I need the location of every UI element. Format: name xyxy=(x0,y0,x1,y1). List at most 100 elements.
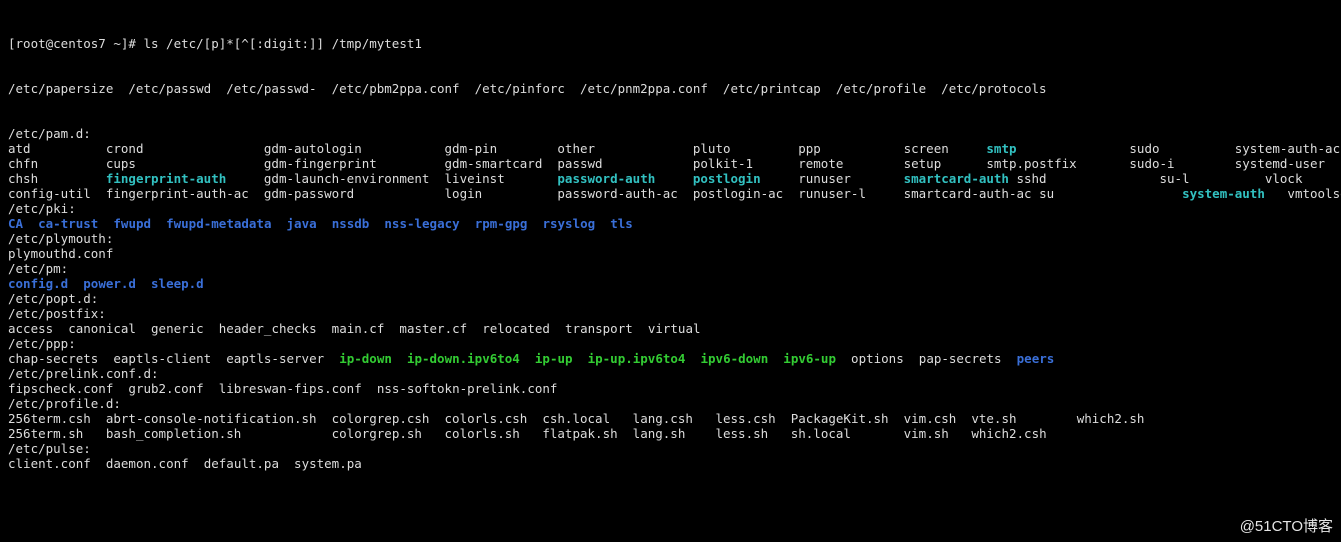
file-entry: 256term.sh xyxy=(8,426,106,441)
dir-header: /etc/pm: xyxy=(8,261,1333,276)
file-entry: sudo xyxy=(1129,141,1234,156)
file-entry: sleep.d xyxy=(151,276,204,291)
file-entry: grub2.conf xyxy=(128,381,203,396)
file-entry: bash_completion.sh xyxy=(106,426,332,441)
file-row: access canonical generic header_checks m… xyxy=(8,321,1333,336)
file-entry: systemd-user xyxy=(1235,156,1340,171)
file-entry: tls xyxy=(610,216,633,231)
file-entry: gdm-password xyxy=(264,186,445,201)
file-entry: crond xyxy=(106,141,264,156)
file-entry: screen xyxy=(904,141,987,156)
file-entry: rpm-gpg xyxy=(475,216,528,231)
file-row: CA ca-trust fwupd fwupd-metadata java ns… xyxy=(8,216,1333,231)
file-entry: virtual xyxy=(648,321,701,336)
file-entry: plymouthd.conf xyxy=(8,246,113,261)
file-entry: smartcard-auth-ac xyxy=(904,186,1039,201)
file-entry: eaptls-server xyxy=(226,351,324,366)
file-entry: liveinst xyxy=(445,171,558,186)
file-entry: chsh xyxy=(8,171,106,186)
file-entry: gdm-pin xyxy=(445,141,558,156)
file-entry: sshd xyxy=(1016,171,1159,186)
file-entry: polkit-1 xyxy=(693,156,798,171)
file-entry: less.sh xyxy=(715,426,790,441)
file-entry: which2.csh xyxy=(971,426,1076,441)
file-entry: smartcard-auth xyxy=(904,171,1017,186)
file-entry: su-l xyxy=(1159,171,1264,186)
file-entry: canonical xyxy=(68,321,136,336)
file-entry: smtp xyxy=(986,141,1129,156)
file-entry: su xyxy=(1039,186,1182,201)
file-entry: ip-up.ipv6to4 xyxy=(588,351,686,366)
file-entry: java xyxy=(287,216,317,231)
file-row: atd crond gdm-autologin gdm-pin other pl… xyxy=(8,141,1333,156)
file-entry: libreswan-fips.conf xyxy=(219,381,362,396)
file-entry: ipv6-down xyxy=(701,351,769,366)
dir-header: /etc/profile.d: xyxy=(8,396,1333,411)
file-entry: main.cf xyxy=(332,321,385,336)
file-entry: passwd xyxy=(557,156,692,171)
file-entry: flatpak.sh xyxy=(542,426,632,441)
file-entry: cups xyxy=(106,156,264,171)
dir-header: /etc/pki: xyxy=(8,201,1333,216)
file-entry: sh.local xyxy=(791,426,904,441)
dir-header: /etc/pam.d: xyxy=(8,126,1333,141)
file-row: chfn cups gdm-fingerprint gdm-smartcard … xyxy=(8,156,1333,171)
file-entry: password-auth xyxy=(557,171,692,186)
file-entry: default.pa xyxy=(204,456,279,471)
file-entry: ca-trust xyxy=(38,216,98,231)
file-entry: ip-down xyxy=(339,351,392,366)
file-entry: config.d xyxy=(8,276,68,291)
file-entry: sudo-i xyxy=(1129,156,1234,171)
file-entry: atd xyxy=(8,141,106,156)
file-entry: colorgrep.csh xyxy=(332,411,445,426)
file-entry: eaptls-client xyxy=(113,351,211,366)
dir-header: /etc/popt.d: xyxy=(8,291,1333,306)
file-entry: rsyslog xyxy=(542,216,595,231)
file-entry: client.conf xyxy=(8,456,91,471)
file-row: fipscheck.conf grub2.conf libreswan-fips… xyxy=(8,381,1333,396)
file-entry: nss-legacy xyxy=(384,216,459,231)
file-row: config.d power.d sleep.d xyxy=(8,276,1333,291)
file-entry: nss-softokn-prelink.conf xyxy=(377,381,558,396)
file-entry: vim.sh xyxy=(904,426,972,441)
file-entry: setup xyxy=(904,156,987,171)
file-entry: fingerprint-auth xyxy=(106,171,264,186)
file-entry: lang.sh xyxy=(633,426,716,441)
file-entry: gdm-launch-environment xyxy=(264,171,445,186)
file-entry: remote xyxy=(798,156,903,171)
file-entry: nssdb xyxy=(332,216,370,231)
file-entry: fwupd xyxy=(113,216,151,231)
file-entry: smtp.postfix xyxy=(986,156,1129,171)
file-entry: chap-secrets xyxy=(8,351,98,366)
file-entry: system-auth-ac xyxy=(1235,141,1341,156)
file-entry: chfn xyxy=(8,156,106,171)
file-entry: 256term.csh xyxy=(8,411,106,426)
file-entry: CA xyxy=(8,216,23,231)
file-entry: options xyxy=(851,351,904,366)
file-entry: pap-secrets xyxy=(919,351,1002,366)
dir-header: /etc/pulse: xyxy=(8,441,1333,456)
file-entry: other xyxy=(557,141,692,156)
file-entry: gdm-autologin xyxy=(264,141,445,156)
terminal-output: [root@centos7 ~]# ls /etc/[p]*[^[:digit:… xyxy=(0,0,1341,492)
file-entry: master.cf xyxy=(399,321,467,336)
file-entry: config-util xyxy=(8,186,106,201)
file-entry: lang.csh xyxy=(633,411,716,426)
file-entry: ppp xyxy=(798,141,903,156)
file-entry: csh.local xyxy=(542,411,632,426)
file-entry: system.pa xyxy=(294,456,362,471)
file-entry: transport xyxy=(565,321,633,336)
file-entry: pluto xyxy=(693,141,798,156)
file-entry: vmtoolsd xyxy=(1287,186,1341,201)
file-entry: peers xyxy=(1017,351,1055,366)
prompt-line: [root@centos7 ~]# ls /etc/[p]*[^[:digit:… xyxy=(8,36,1333,51)
file-entry: power.d xyxy=(83,276,136,291)
dir-header: /etc/plymouth: xyxy=(8,231,1333,246)
file-entry: runuser-l xyxy=(798,186,903,201)
file-row: client.conf daemon.conf default.pa syste… xyxy=(8,456,1333,471)
file-row: 256term.sh bash_completion.sh colorgrep.… xyxy=(8,426,1333,441)
dir-header: /etc/ppp: xyxy=(8,336,1333,351)
file-entry: header_checks xyxy=(219,321,317,336)
dir-header: /etc/prelink.conf.d: xyxy=(8,366,1333,381)
file-entry: ip-down.ipv6to4 xyxy=(407,351,520,366)
